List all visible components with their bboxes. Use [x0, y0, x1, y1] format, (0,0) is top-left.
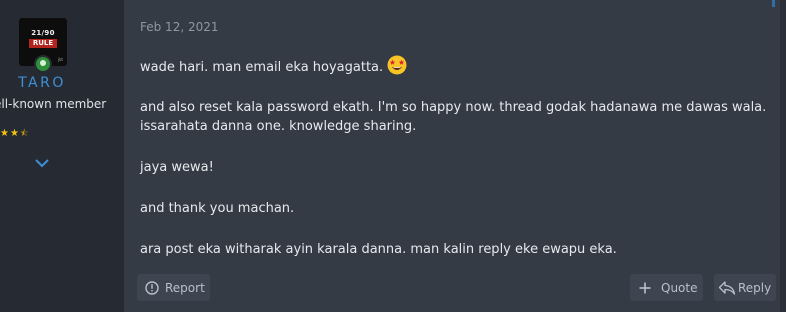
reply-button[interactable]: Reply [714, 274, 776, 301]
star-struck-emoji [387, 55, 407, 75]
reply-arrow-icon [718, 280, 736, 295]
avatar-text: 21/90 [31, 29, 55, 37]
post-paragraph: wade hari. man email eka hoyagatta. [140, 55, 407, 77]
post-date[interactable]: Feb 12, 2021 [140, 20, 219, 34]
post-paragraph: and also reset kala password ekath. I'm … [140, 100, 767, 134]
username[interactable]: TARO [0, 75, 84, 91]
right-edge [780, 0, 786, 312]
avatar-label: RULE [29, 39, 57, 48]
post-paragraph: ara post eka witharak ayin karala danna.… [140, 242, 617, 257]
quote-button[interactable]: Quote [630, 274, 703, 301]
rating-stars: ★★⯪ [0, 126, 29, 142]
plus-icon [639, 282, 651, 293]
edge-marker [772, 0, 775, 7]
post-paragraph: and thank you machan. [140, 201, 295, 216]
full-stars: ★★ [0, 128, 20, 139]
post-main [124, 0, 780, 312]
avatar-small-text: jkt [58, 57, 63, 62]
chevron-down-icon[interactable] [34, 155, 50, 169]
report-button[interactable]: Report [137, 274, 210, 301]
half-star-icon: ⯪ [19, 129, 30, 139]
report-label: Report [165, 280, 205, 295]
alert-circle-icon [145, 280, 159, 295]
post-paragraph: jaya wewa! [140, 160, 214, 175]
reply-label: Reply [738, 280, 772, 295]
online-status-icon [34, 55, 52, 73]
user-title: ell-known member [0, 97, 107, 111]
post-text: wade hari. man email eka hoyagatta. [140, 60, 384, 75]
quote-label: Quote [661, 280, 698, 295]
